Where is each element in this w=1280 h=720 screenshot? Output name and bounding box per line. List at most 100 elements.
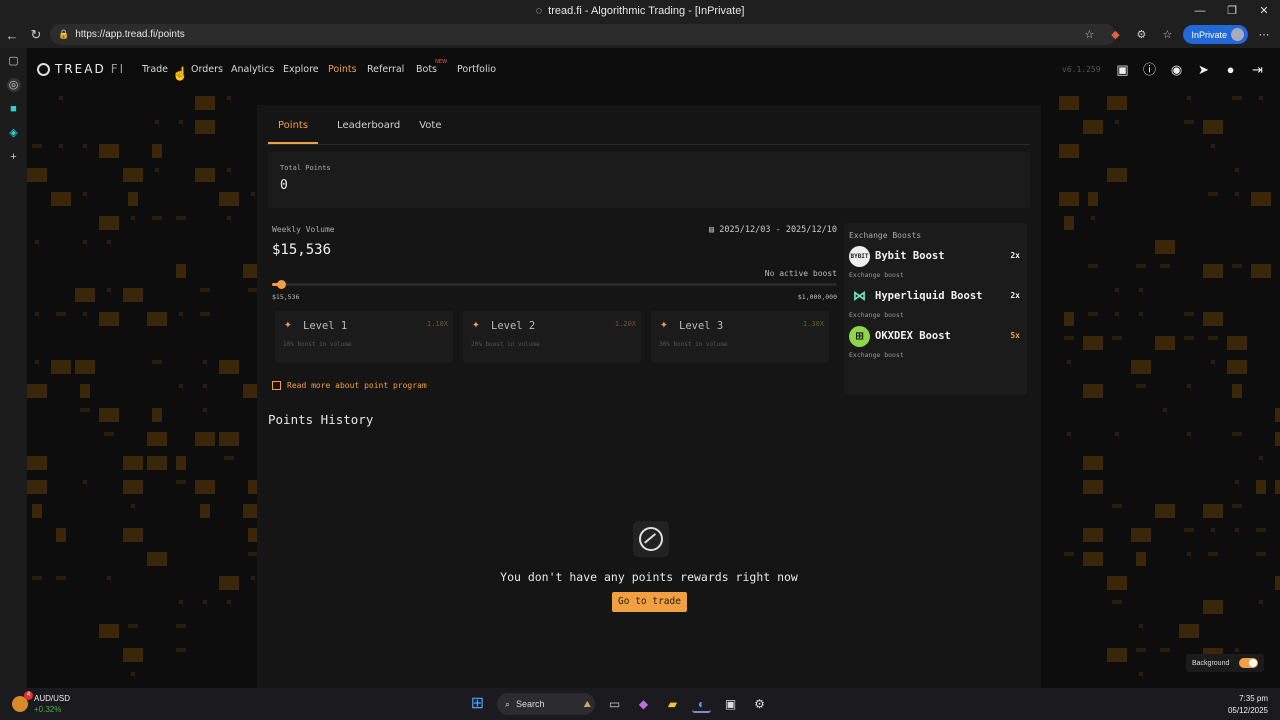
background-toggle[interactable]: Background bbox=[1186, 654, 1264, 672]
system-clock[interactable]: 7:35 pm 05/12/2025 bbox=[1228, 693, 1268, 717]
background-pattern-block bbox=[27, 384, 47, 398]
nav-explore[interactable]: Explore bbox=[283, 64, 319, 75]
background-pattern-block bbox=[1235, 192, 1239, 196]
nav-trade[interactable]: Trade bbox=[142, 64, 168, 75]
background-pattern-block bbox=[123, 288, 143, 302]
background-pattern-block bbox=[227, 96, 231, 100]
background-pattern-block bbox=[1091, 216, 1095, 220]
settings-icon[interactable]: ⚙ bbox=[750, 695, 769, 713]
background-pattern-block bbox=[99, 144, 119, 158]
tread-tab-icon[interactable]: ◎ bbox=[6, 78, 21, 92]
boost-name: Hyperliquid Boost bbox=[875, 290, 983, 302]
background-pattern-block bbox=[27, 480, 47, 494]
taskbar-search[interactable]: ⌕ Search ⛰ bbox=[497, 693, 595, 715]
background-pattern-block bbox=[219, 360, 239, 374]
background-pattern-block bbox=[1203, 600, 1223, 614]
tread-logo[interactable]: TREAD FI bbox=[37, 62, 125, 76]
clock-time: 7:35 pm bbox=[1239, 694, 1268, 703]
nav-referral[interactable]: Referral bbox=[367, 64, 404, 75]
background-pattern-block bbox=[1083, 120, 1103, 134]
background-pattern-block bbox=[99, 408, 119, 422]
background-pattern-block bbox=[152, 408, 162, 422]
edge-icon[interactable]: ◐ bbox=[692, 695, 711, 713]
background-pattern-block bbox=[195, 120, 215, 134]
currency-icon bbox=[12, 691, 33, 712]
layout-icon[interactable]: ▣ bbox=[1114, 61, 1131, 78]
nav-orders[interactable]: Orders bbox=[191, 64, 223, 75]
background-pattern-block bbox=[1203, 312, 1223, 326]
logo-suffix: FI bbox=[110, 62, 126, 76]
nav-portfolio[interactable]: Portfolio bbox=[457, 64, 496, 75]
tab-vote[interactable]: Vote bbox=[419, 120, 441, 144]
app-tab2-icon[interactable]: ◈ bbox=[7, 126, 21, 140]
background-pattern-block bbox=[1067, 360, 1071, 364]
file-explorer-icon[interactable]: ▰ bbox=[663, 695, 682, 713]
favorite-star-icon[interactable]: ☆ bbox=[1079, 28, 1099, 41]
address-bar[interactable]: 🔒 https://app.tread.fi/points bbox=[50, 24, 1116, 45]
background-pattern-block bbox=[200, 312, 210, 316]
nav-bots[interactable]: Bots NEW bbox=[416, 59, 447, 75]
boost-multiplier: 2x bbox=[1010, 291, 1020, 300]
background-pattern-block bbox=[1256, 552, 1266, 556]
close-window-button[interactable]: ✕ bbox=[1248, 0, 1280, 22]
tab-divider bbox=[267, 144, 1030, 145]
background-pattern-block bbox=[1139, 312, 1143, 316]
store-icon[interactable]: ▣ bbox=[721, 695, 740, 713]
tab-leaderboard[interactable]: Leaderboard bbox=[337, 120, 400, 144]
favorites-icon[interactable]: ☆ bbox=[1157, 28, 1177, 41]
maximize-button[interactable]: ❐ bbox=[1216, 0, 1248, 22]
account-icon[interactable]: ● bbox=[1222, 61, 1239, 78]
browser-toolbar: ← ↻ 🔒 https://app.tread.fi/points ☆ ◆ ⚙ … bbox=[0, 22, 1280, 48]
background-pattern-block bbox=[1211, 144, 1215, 148]
inprivate-badge[interactable]: InPrivate bbox=[1183, 25, 1248, 44]
background-pattern-block bbox=[1179, 624, 1199, 638]
nav-points[interactable]: Points bbox=[328, 64, 357, 75]
background-pattern-block bbox=[99, 216, 119, 230]
background-pattern-block bbox=[1139, 672, 1143, 676]
background-pattern-block bbox=[1251, 264, 1271, 278]
tab-points[interactable]: Points bbox=[268, 120, 319, 144]
background-pattern-block bbox=[1259, 96, 1263, 100]
background-pattern-block bbox=[147, 432, 167, 446]
toggle-switch[interactable] bbox=[1239, 658, 1258, 668]
background-pattern-block bbox=[1203, 120, 1223, 134]
background-pattern-block bbox=[1155, 504, 1175, 518]
boost-sub: Exchange boost bbox=[849, 271, 904, 279]
background-pattern-block bbox=[107, 240, 111, 244]
background-pattern-block bbox=[128, 624, 138, 628]
tabs-icon[interactable]: ▢ bbox=[7, 54, 21, 68]
ticker-widget[interactable]: AUD/USD +0.32% bbox=[12, 691, 70, 715]
app-tab-icon[interactable]: ■ bbox=[7, 102, 21, 116]
telegram-icon[interactable]: ➤ bbox=[1195, 61, 1212, 78]
url-text: https://app.tread.fi/points bbox=[75, 29, 185, 40]
background-pattern-block bbox=[1259, 456, 1263, 460]
extensions-puzzle-icon[interactable]: ⚙ bbox=[1131, 28, 1151, 41]
background-pattern-block bbox=[1184, 528, 1194, 532]
tread-logo-icon bbox=[37, 62, 50, 76]
background-pattern-block bbox=[219, 576, 239, 590]
background-pattern-block bbox=[1232, 384, 1242, 398]
logout-icon[interactable]: ⇥ bbox=[1249, 61, 1266, 78]
background-pattern-block bbox=[152, 360, 162, 364]
exchange-boosts-title: Exchange Boosts bbox=[849, 231, 922, 240]
nav-analytics[interactable]: Analytics bbox=[231, 64, 274, 75]
background-pattern-block bbox=[219, 192, 239, 206]
windows-start-icon[interactable]: ⊞ bbox=[468, 695, 487, 713]
read-more-link[interactable]: Read more about point program bbox=[272, 381, 427, 390]
background-pattern-block bbox=[155, 168, 159, 172]
more-menu-icon[interactable]: ⋯ bbox=[1254, 28, 1274, 41]
discord-icon[interactable]: ◉ bbox=[1168, 61, 1185, 78]
extension-icon[interactable]: ◆ bbox=[1105, 28, 1125, 41]
background-pattern-block bbox=[1059, 96, 1079, 110]
task-view-icon[interactable]: ▭ bbox=[605, 695, 624, 713]
refresh-button[interactable]: ↻ bbox=[24, 27, 48, 43]
level-description: 30% boost in volume bbox=[659, 341, 728, 348]
copilot-icon[interactable]: ◆ bbox=[634, 695, 653, 713]
add-tab-icon[interactable]: + bbox=[7, 150, 21, 164]
info-icon[interactable]: ⓘ bbox=[1141, 61, 1158, 78]
background-pattern-block bbox=[1136, 648, 1146, 652]
level-description: 10% boost in volume bbox=[283, 341, 352, 348]
go-to-trade-button[interactable]: Go to trade bbox=[612, 592, 687, 612]
minimize-button[interactable]: — bbox=[1184, 0, 1216, 22]
back-button[interactable]: ← bbox=[0, 28, 24, 43]
